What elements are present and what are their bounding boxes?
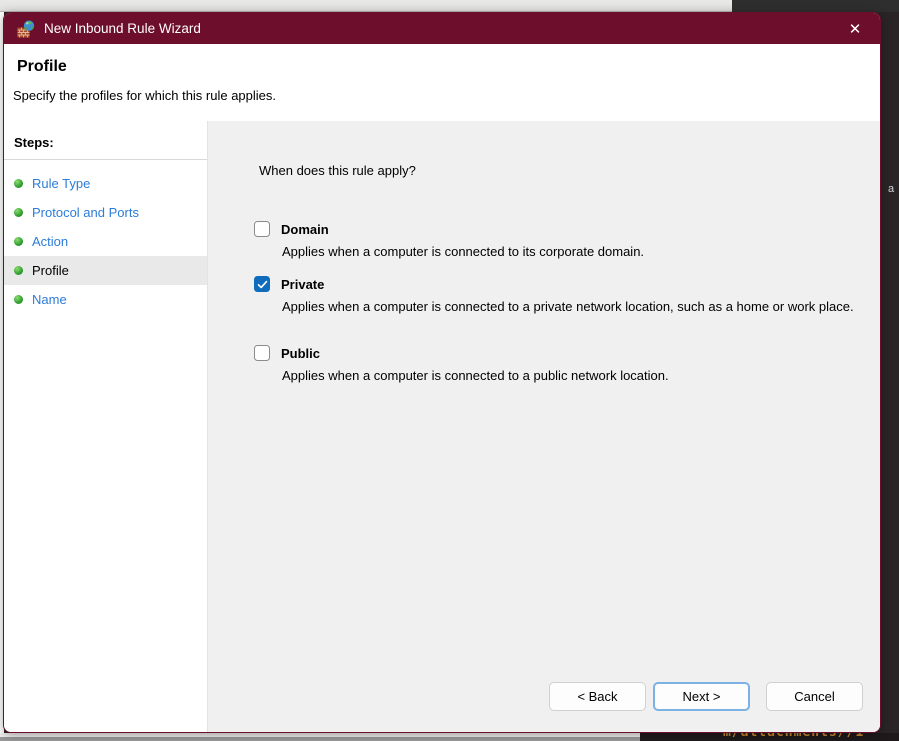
main-panel: When does this rule apply? Domain Applie… (208, 121, 880, 732)
firewall-icon (17, 20, 35, 38)
option-description: Applies when a computer is connected to … (282, 244, 874, 260)
wizard-header: Profile Specify the profiles for which t… (4, 44, 880, 121)
step-bullet-icon (14, 179, 23, 188)
next-button[interactable]: Next > (653, 682, 750, 711)
option-checkbox[interactable] (254, 345, 270, 361)
background-text-fragment: a (888, 183, 894, 195)
cancel-button[interactable]: Cancel (766, 682, 863, 711)
sidebar-item-profile[interactable]: Profile (4, 256, 207, 285)
background-window-strip (0, 0, 732, 12)
background-terminal-strip: m/attachments//1 (640, 733, 899, 741)
option-label[interactable]: Public (281, 346, 320, 361)
option-private: Private Applies when a computer is conne… (254, 276, 874, 315)
step-bullet-icon (14, 295, 23, 304)
option-domain: Domain Applies when a computer is connec… (254, 221, 874, 260)
question-text: When does this rule apply? (259, 163, 416, 178)
step-bullet-icon (14, 208, 23, 217)
new-inbound-rule-wizard-dialog: New Inbound Rule Wizard ✕ Profile Specif… (3, 12, 881, 733)
option-label[interactable]: Domain (281, 222, 329, 237)
steps-heading: Steps: (4, 121, 207, 160)
page-title: Profile (17, 58, 67, 76)
close-icon[interactable]: ✕ (842, 17, 868, 41)
background-dark-area (732, 0, 899, 12)
option-checkbox[interactable] (254, 221, 270, 237)
sidebar-item-protocol-and-ports[interactable]: Protocol and Ports (4, 198, 207, 227)
option-public: Public Applies when a computer is connec… (254, 345, 874, 384)
sidebar-item-name[interactable]: Name (4, 285, 207, 314)
titlebar[interactable]: New Inbound Rule Wizard ✕ (4, 13, 880, 44)
option-label[interactable]: Private (281, 277, 324, 292)
option-description: Applies when a computer is connected to … (282, 368, 874, 384)
wizard-buttons: < Back Next > Cancel (549, 682, 863, 711)
page-subtitle: Specify the profiles for which this rule… (13, 88, 276, 103)
back-button[interactable]: < Back (549, 682, 646, 711)
step-bullet-icon (14, 266, 23, 275)
step-bullet-icon (14, 237, 23, 246)
option-checkbox[interactable] (254, 276, 270, 292)
steps-sidebar: Steps: Rule Type Protocol and Ports Acti… (4, 121, 208, 732)
terminal-text-fragment: m/attachments//1 (723, 733, 864, 740)
option-description: Applies when a computer is connected to … (282, 299, 874, 315)
sidebar-item-rule-type[interactable]: Rule Type (4, 169, 207, 198)
check-icon (257, 279, 268, 290)
sidebar-item-action[interactable]: Action (4, 227, 207, 256)
background-bottom-strip (0, 733, 640, 741)
window-title: New Inbound Rule Wizard (44, 21, 842, 36)
